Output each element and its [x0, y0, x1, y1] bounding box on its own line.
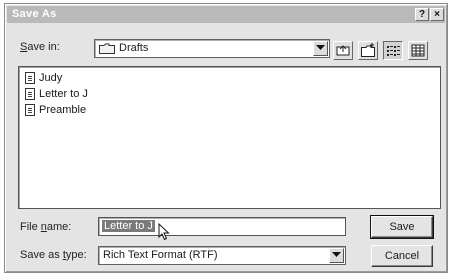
new-folder-icon: [361, 43, 375, 57]
file-name-value: Letter to J: [102, 220, 155, 232]
document-icon: [25, 104, 35, 116]
chevron-down-icon: [332, 252, 341, 257]
document-icon: [25, 72, 35, 84]
save-in-dropdown-arrow[interactable]: [313, 41, 328, 56]
save-as-type-dropdown-arrow[interactable]: [329, 248, 344, 263]
up-one-level-button[interactable]: [333, 41, 353, 60]
details-view-button[interactable]: [408, 41, 428, 60]
mouse-pointer-icon: [158, 223, 170, 241]
file-name-input[interactable]: Letter to J: [98, 217, 346, 236]
list-view-button[interactable]: [383, 41, 403, 60]
file-name-label: Letter to J: [39, 88, 88, 100]
file-list[interactable]: Judy Letter to J Preamble: [18, 66, 441, 209]
file-name-label: Judy: [39, 72, 63, 84]
file-name-label: File name:: [20, 221, 72, 233]
close-button[interactable]: ×: [430, 8, 444, 21]
new-folder-button[interactable]: [358, 41, 378, 60]
details-view-icon: [411, 44, 425, 57]
save-as-dialog: Save As ? × Save in: Drafts Judy Letter …: [4, 3, 448, 273]
up-one-level-icon: [336, 45, 350, 56]
save-in-label: Save in:: [20, 41, 60, 53]
chevron-down-icon: [316, 45, 325, 50]
title-bar[interactable]: Save As ? ×: [7, 6, 445, 23]
save-as-type-label: Save as type:: [20, 249, 87, 261]
list-view-icon: [387, 46, 400, 56]
cancel-button[interactable]: Cancel: [371, 245, 433, 267]
document-icon: [25, 88, 35, 100]
dialog-title: Save As: [12, 8, 57, 20]
save-as-type-dropdown[interactable]: Rich Text Format (RTF): [98, 246, 346, 265]
save-in-value: Drafts: [119, 42, 149, 54]
save-as-type-value: Rich Text Format (RTF): [103, 249, 218, 261]
file-name-label: Preamble: [39, 104, 87, 116]
help-button[interactable]: ?: [415, 8, 429, 21]
save-button[interactable]: Save: [370, 215, 434, 239]
save-in-dropdown[interactable]: Drafts: [94, 39, 330, 58]
folder-icon: [99, 43, 115, 54]
